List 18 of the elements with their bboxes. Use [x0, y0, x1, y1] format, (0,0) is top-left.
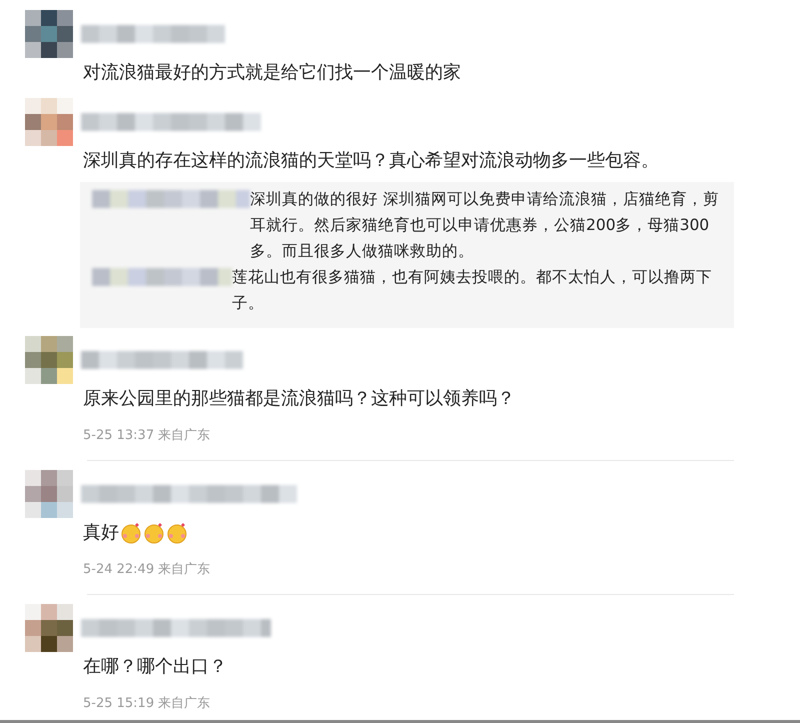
pixelated-avatar — [25, 470, 73, 518]
reply-text: 深圳真的做的很好 深圳猫网可以免费申请给流浪猫，店猫绝育，剪耳就行。然后家猫绝育也可以申请优惠券，公猫200多，母猫300多。而且很多人做猫咪救助的。 — [250, 189, 720, 262]
emoji-icon — [143, 522, 165, 544]
emoji-icon — [166, 522, 188, 544]
comment-text: 在哪？哪个出口？ — [83, 655, 227, 679]
pixelated-avatar — [25, 98, 73, 146]
comment-text: 对流浪猫最好的方式就是给它们找一个温暖的家 — [83, 61, 461, 85]
reply-text: 莲花山也有很多猫猫，也有阿姨去投喂的。都不太怕人，可以撸两下子。 — [232, 267, 713, 314]
comment-text: 原来公园里的那些猫都是流浪猫吗？这种可以领养吗？ — [83, 387, 515, 411]
comment-meta: 5-25 13:37 来自广东 — [83, 427, 212, 444]
pixelated-avatar — [25, 10, 73, 58]
emoji-icon — [120, 522, 142, 544]
pixelated-avatar — [25, 336, 73, 384]
comment-meta: 5-25 15:19 来自广东 — [83, 695, 212, 712]
pixelated-avatar — [25, 604, 73, 652]
comment-meta: 5-24 22:49 来自广东 — [83, 561, 212, 578]
comment-text: 真好 — [83, 521, 119, 545]
comment-text: 深圳真的存在这样的流浪猫的天堂吗？真心希望对流浪动物多一些包容。 — [83, 149, 659, 173]
